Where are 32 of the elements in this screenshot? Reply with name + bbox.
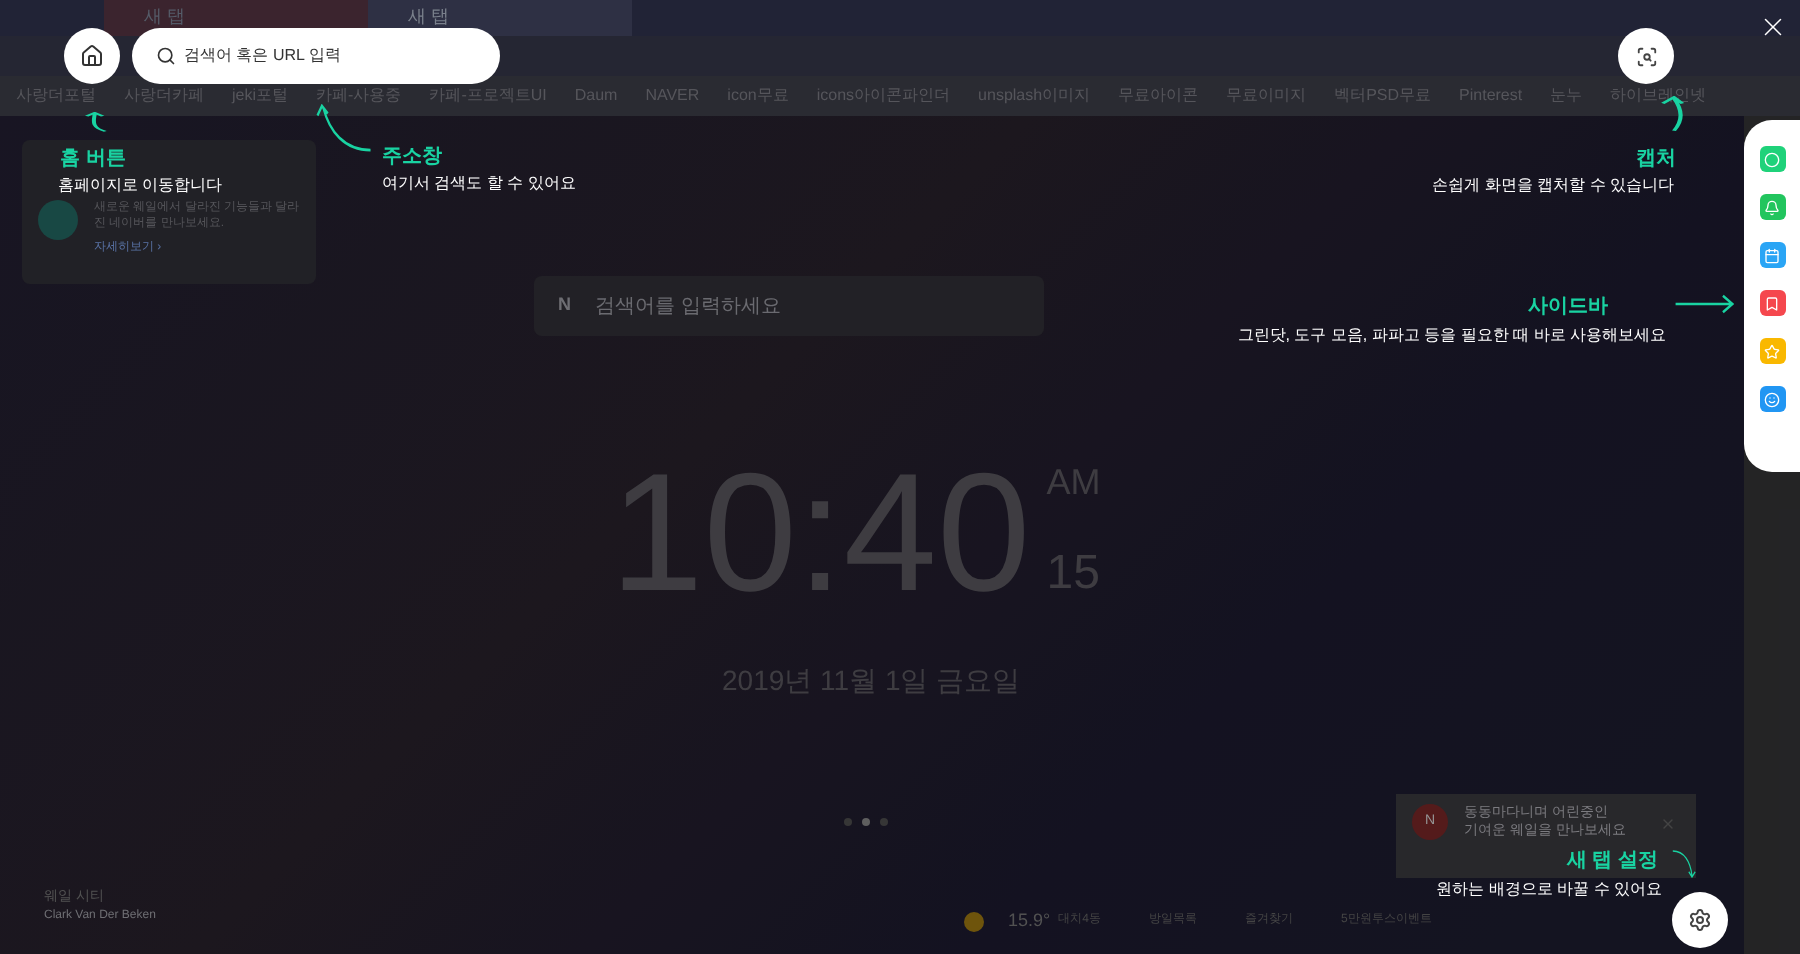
- curved-arrow: [84, 112, 108, 132]
- address-placeholder: 검색어 혹은 URL 입력: [184, 44, 341, 68]
- close-icon[interactable]: [1660, 816, 1676, 832]
- guide-title: 사이드바: [1528, 294, 1608, 322]
- guide-text: 홈페이지로 이동합니다: [58, 174, 223, 198]
- search-icon: [156, 46, 176, 66]
- guide-title: 주소창: [382, 144, 442, 172]
- temperature: 15.9°: [1008, 908, 1051, 934]
- sidebar-app-icon[interactable]: [1759, 194, 1785, 220]
- naver-logo: N: [558, 292, 571, 319]
- guide-text: 여기서 검색도 할 수 있어요: [382, 172, 576, 196]
- guide-title: 홈 버튼: [60, 146, 126, 174]
- curved-arrow: [316, 104, 372, 152]
- search-placeholder: 검색어를 입력하세요: [595, 293, 781, 321]
- sidebar-app-icon[interactable]: [1759, 146, 1785, 172]
- sidebar-app-icon[interactable]: [1759, 386, 1785, 412]
- sidebar-app-icon[interactable]: [1759, 338, 1785, 364]
- arrow: [1674, 294, 1734, 314]
- address-field[interactable]: 검색어 혹은 URL 입력: [132, 28, 500, 84]
- sun-icon: [964, 911, 984, 932]
- guide-text: 그린닷, 도구 모음, 파파고 등을 필요한 때 바로 사용해보세요: [1237, 324, 1666, 348]
- sidebar-app-icon[interactable]: [1759, 242, 1785, 268]
- page-search-field[interactable]: N 검색어를 입력하세요: [534, 276, 1044, 336]
- curved-arrow: [1672, 850, 1696, 878]
- capture-icon: [1635, 45, 1657, 67]
- settings-icon: [1688, 908, 1712, 932]
- guide-text: 원하는 배경으로 바꿀 수 있어요: [1436, 878, 1662, 902]
- home-icon: [80, 44, 104, 68]
- sidebar-app-icon[interactable]: [1759, 290, 1785, 316]
- guide-title: 캡처: [1636, 146, 1676, 174]
- guide-title: 새 탭 설정: [1566, 848, 1658, 876]
- guide-text: 손쉽게 화면을 캡처할 수 있습니다: [1432, 174, 1674, 198]
